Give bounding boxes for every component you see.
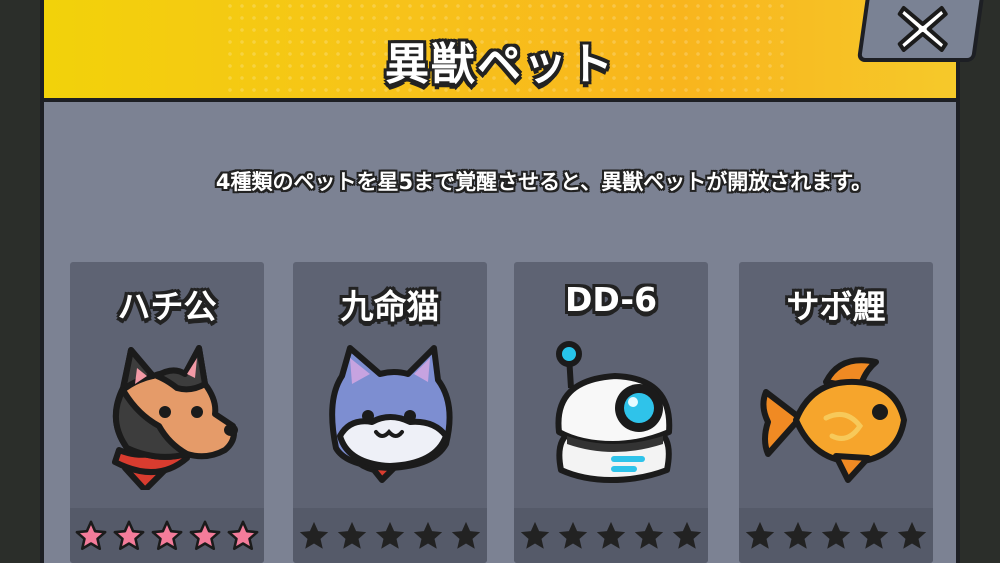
shiba-dog-icon — [112, 345, 238, 490]
star-empty-icon — [520, 521, 550, 549]
dialog-header: 異獣ペット — [44, 0, 956, 102]
star-empty-icon — [783, 521, 813, 549]
blue-cat-icon — [329, 345, 453, 483]
star-filled-icon — [75, 520, 107, 550]
star-empty-icon — [299, 521, 329, 549]
star-rating — [293, 508, 487, 563]
star-empty-icon — [558, 521, 588, 549]
star-filled-icon — [189, 520, 221, 550]
star-empty-icon — [337, 521, 367, 549]
star-empty-icon — [451, 521, 481, 549]
pet-card-nekomata[interactable]: 九命猫 — [293, 262, 487, 563]
star-filled-icon — [227, 520, 259, 550]
star-rating — [514, 508, 708, 563]
star-empty-icon — [596, 521, 626, 549]
pet-name: ハチ公 — [117, 287, 217, 326]
star-empty-icon — [413, 521, 443, 549]
star-rating — [70, 508, 264, 563]
star-empty-icon — [859, 521, 889, 549]
pet-name: サボ鯉 — [786, 287, 886, 326]
star-empty-icon — [821, 521, 851, 549]
star-empty-icon — [672, 521, 702, 549]
star-filled-icon — [151, 520, 183, 550]
close-icon — [897, 6, 948, 52]
dialog-title: 異獣ペット — [385, 39, 615, 90]
pet-dialog: 異獣ペット 4種類のペットを星5まで覚醒させると、異獣ペットが開放されます。 ハ… — [40, 0, 960, 563]
pet-name: 九命猫 — [340, 287, 440, 326]
white-robot-icon — [555, 341, 673, 483]
pet-name: DD-6 — [564, 280, 658, 319]
pet-card-dd6[interactable]: DD-6 — [514, 262, 708, 563]
close-button[interactable] — [856, 0, 986, 62]
unlock-description: 4種類のペットを星5まで覚醒させると、異獣ペットが開放されます。 — [215, 170, 873, 194]
star-empty-icon — [375, 521, 405, 549]
star-rating — [739, 508, 933, 563]
pet-card-saboko[interactable]: サボ鯉 — [739, 262, 933, 563]
star-empty-icon — [897, 521, 927, 549]
star-filled-icon — [113, 520, 145, 550]
pet-card-hachiko[interactable]: ハチ公 — [70, 262, 264, 563]
star-empty-icon — [634, 521, 664, 549]
star-empty-icon — [745, 521, 775, 549]
goldfish-icon — [760, 357, 907, 483]
